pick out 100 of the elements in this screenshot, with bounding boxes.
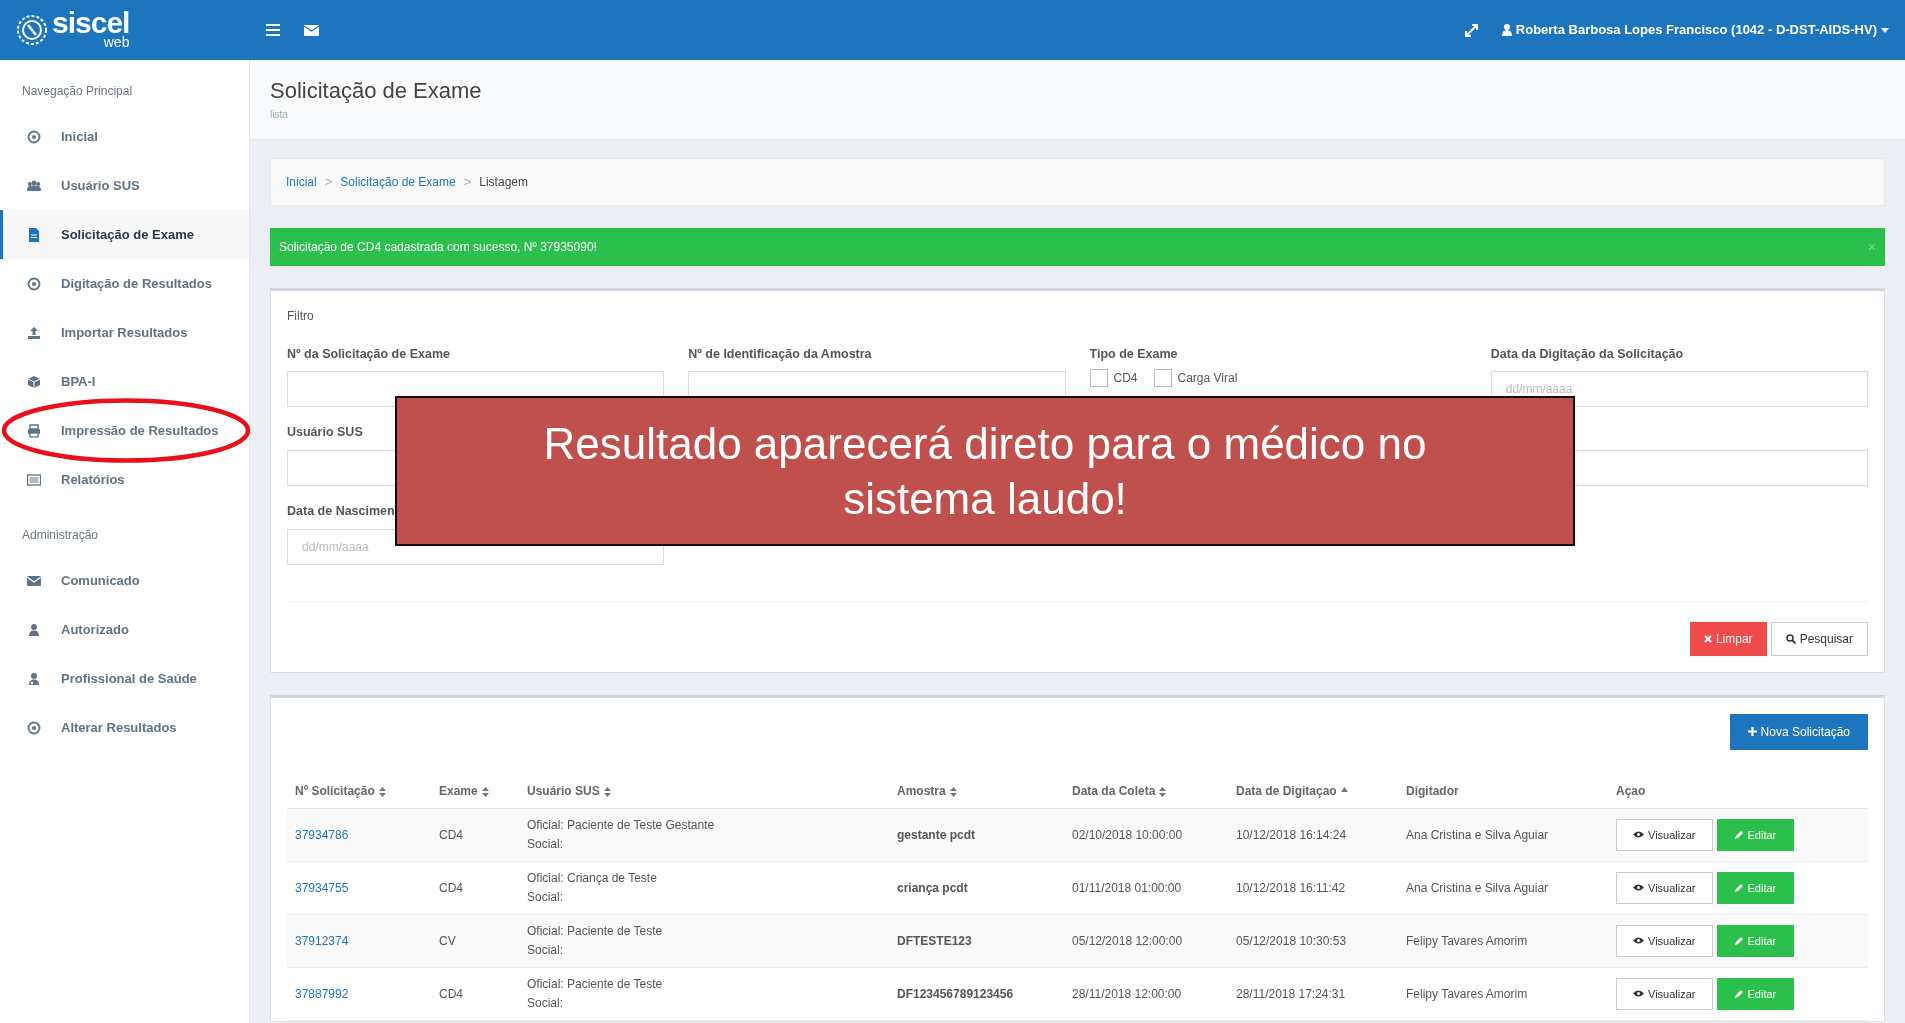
section-heading: Navegação Principal	[21, 83, 134, 100]
menu-icon[interactable]	[266, 24, 280, 36]
table-cell: 05/12/2018 12:00:00	[1064, 914, 1228, 968]
expand-icon[interactable]	[1464, 23, 1478, 37]
table-cell: 10/12/2018 16:14:24	[1228, 808, 1398, 862]
patient-line: Oficial: Criança de Teste	[527, 869, 658, 887]
field-label: Nº da Solicitação de Exame	[287, 345, 451, 363]
table-cell: Ana Cristina e Silva Aguiar	[1398, 861, 1608, 915]
target-icon	[27, 720, 41, 735]
checkbox[interactable]	[1153, 369, 1172, 388]
field-label: Tipo de Exame	[1089, 345, 1179, 363]
breadcrumb-separator: >	[463, 174, 472, 189]
sidebar-item[interactable]: Relatórios	[0, 455, 249, 504]
column-header[interactable]: Data da Coleta	[1072, 783, 1167, 798]
cube-icon	[27, 374, 41, 389]
sort-icon[interactable]	[481, 786, 489, 797]
mail-icon[interactable]	[304, 24, 319, 36]
table-cell: 10/12/2018 16:11:42	[1228, 861, 1398, 915]
sidebar-item[interactable]: Usuário SUS	[0, 161, 249, 210]
table-cell: 01/11/2018 01:00:00	[1064, 861, 1228, 915]
filter-title: Filtro	[287, 307, 315, 325]
view-button[interactable]: Visualizar	[1616, 977, 1713, 1010]
patient-line: Social:	[527, 835, 565, 853]
sidebar-item[interactable]: Alterar Resultados	[0, 703, 249, 752]
column-header[interactable]: Amostra	[897, 783, 957, 798]
table-cell: 02/10/2018 10:00:00	[1064, 808, 1228, 862]
breadcrumb-current: Listagem	[479, 175, 528, 189]
close-icon	[1703, 634, 1712, 643]
breadcrumb-link[interactable]: Solicitação de Exame	[340, 175, 456, 189]
view-button[interactable]: Visualizar	[1616, 871, 1713, 904]
envelope-icon	[27, 573, 41, 588]
column-header[interactable]: Data de Digitaçao	[1236, 783, 1348, 798]
search-button[interactable]: Pesquisar	[1770, 621, 1868, 656]
eye-icon	[1633, 990, 1644, 998]
column-header[interactable]: Exame	[439, 783, 489, 798]
checkbox[interactable]	[1089, 369, 1108, 388]
request-link[interactable]: 37934786	[295, 827, 349, 842]
sidebar-item[interactable]: BPA-I	[0, 357, 249, 406]
pencil-icon	[1734, 830, 1744, 840]
patient-line: Social:	[527, 888, 565, 906]
breadcrumb-link[interactable]: Inicial	[286, 175, 317, 189]
target-icon	[27, 276, 41, 291]
checkbox-label: CD4	[1113, 370, 1138, 388]
request-link[interactable]: 37912374	[295, 933, 349, 948]
field-label: Data de Nascimen	[287, 503, 396, 520]
view-button[interactable]: Visualizar	[1616, 924, 1713, 957]
sidebar-item[interactable]: Profissional de Saúde	[0, 654, 249, 703]
logo-subtext: web	[103, 33, 130, 52]
user-menu[interactable]: Roberta Barbosa Lopes Francisco (1042 - D-DST-AIDS-HV)	[1501, 20, 1889, 40]
table-cell: CD4	[431, 808, 519, 862]
target-icon	[27, 129, 41, 144]
eye-icon	[1633, 937, 1644, 945]
sidebar-item[interactable]: Digitação de Resultados	[0, 259, 249, 308]
user-icon	[1501, 24, 1512, 36]
sort-icon[interactable]	[603, 786, 611, 797]
new-request-button[interactable]: Nova Solicitação	[1729, 713, 1868, 750]
column-header[interactable]: Nº Solicitação	[295, 783, 386, 798]
sidebar-item[interactable]: Inicial	[0, 112, 249, 161]
plus-icon	[1747, 727, 1757, 737]
page-subtitle: lista	[270, 108, 289, 122]
patient-line: Social:	[527, 994, 565, 1012]
table-cell: criança pcdt	[889, 861, 1064, 915]
view-button[interactable]: Visualizar	[1616, 818, 1713, 851]
column-header[interactable]: Usuário SUS	[527, 783, 611, 798]
request-link[interactable]: 37887992	[295, 986, 349, 1001]
table-cell: DF123456789123456	[889, 967, 1064, 1021]
list-icon	[27, 472, 41, 487]
sidebar-item[interactable]: Autorizado	[0, 605, 249, 654]
user-icon	[27, 622, 41, 637]
field-label: Data da Digitação da Solicitação	[1490, 345, 1685, 363]
document-icon	[27, 227, 41, 242]
breadcrumb-separator: >	[324, 174, 333, 189]
users-icon	[27, 178, 41, 193]
request-link[interactable]: 37934755	[295, 880, 349, 895]
sort-icon[interactable]	[378, 786, 386, 797]
patient-line: Oficial: Paciente de Teste Gestante	[527, 816, 716, 834]
table-cell: Felipy Tavares Amorim	[1398, 914, 1608, 968]
column-header[interactable]: Digitador	[1406, 783, 1459, 798]
clear-button[interactable]: Limpar	[1689, 621, 1767, 656]
table-cell: gestante pcdt	[889, 808, 1064, 862]
caret-icon	[1881, 27, 1889, 33]
callout-text: Resultado aparecerá direto para o médico no sistema laudo!	[542, 417, 1428, 525]
sidebar-item[interactable]: Importar Resultados	[0, 308, 249, 357]
sort-icon[interactable]	[1159, 786, 1167, 797]
sort-icon[interactable]	[949, 786, 957, 797]
patient-line: Oficial: Paciente de Teste	[527, 922, 664, 940]
table-cell: Ana Cristina e Silva Aguiar	[1398, 808, 1608, 862]
table-cell: 28/11/2018 12:00:00	[1064, 967, 1228, 1021]
input-field[interactable]: dd/mm/aaaa	[1490, 371, 1868, 408]
field-label: Usuário SUS	[287, 424, 364, 442]
eye-icon	[1633, 884, 1644, 892]
sidebar-item[interactable]: Solicitação de Exame	[0, 210, 249, 259]
eye-icon	[1633, 831, 1644, 839]
search-icon	[1785, 633, 1796, 644]
sidebar-item[interactable]: Comunicado	[0, 556, 249, 605]
section-heading: Administração	[21, 527, 100, 544]
pencil-icon	[1734, 989, 1744, 999]
column-header[interactable]: Açao	[1616, 783, 1646, 798]
sort-ascending-icon[interactable]	[1340, 786, 1348, 792]
pencil-icon	[1734, 936, 1744, 946]
